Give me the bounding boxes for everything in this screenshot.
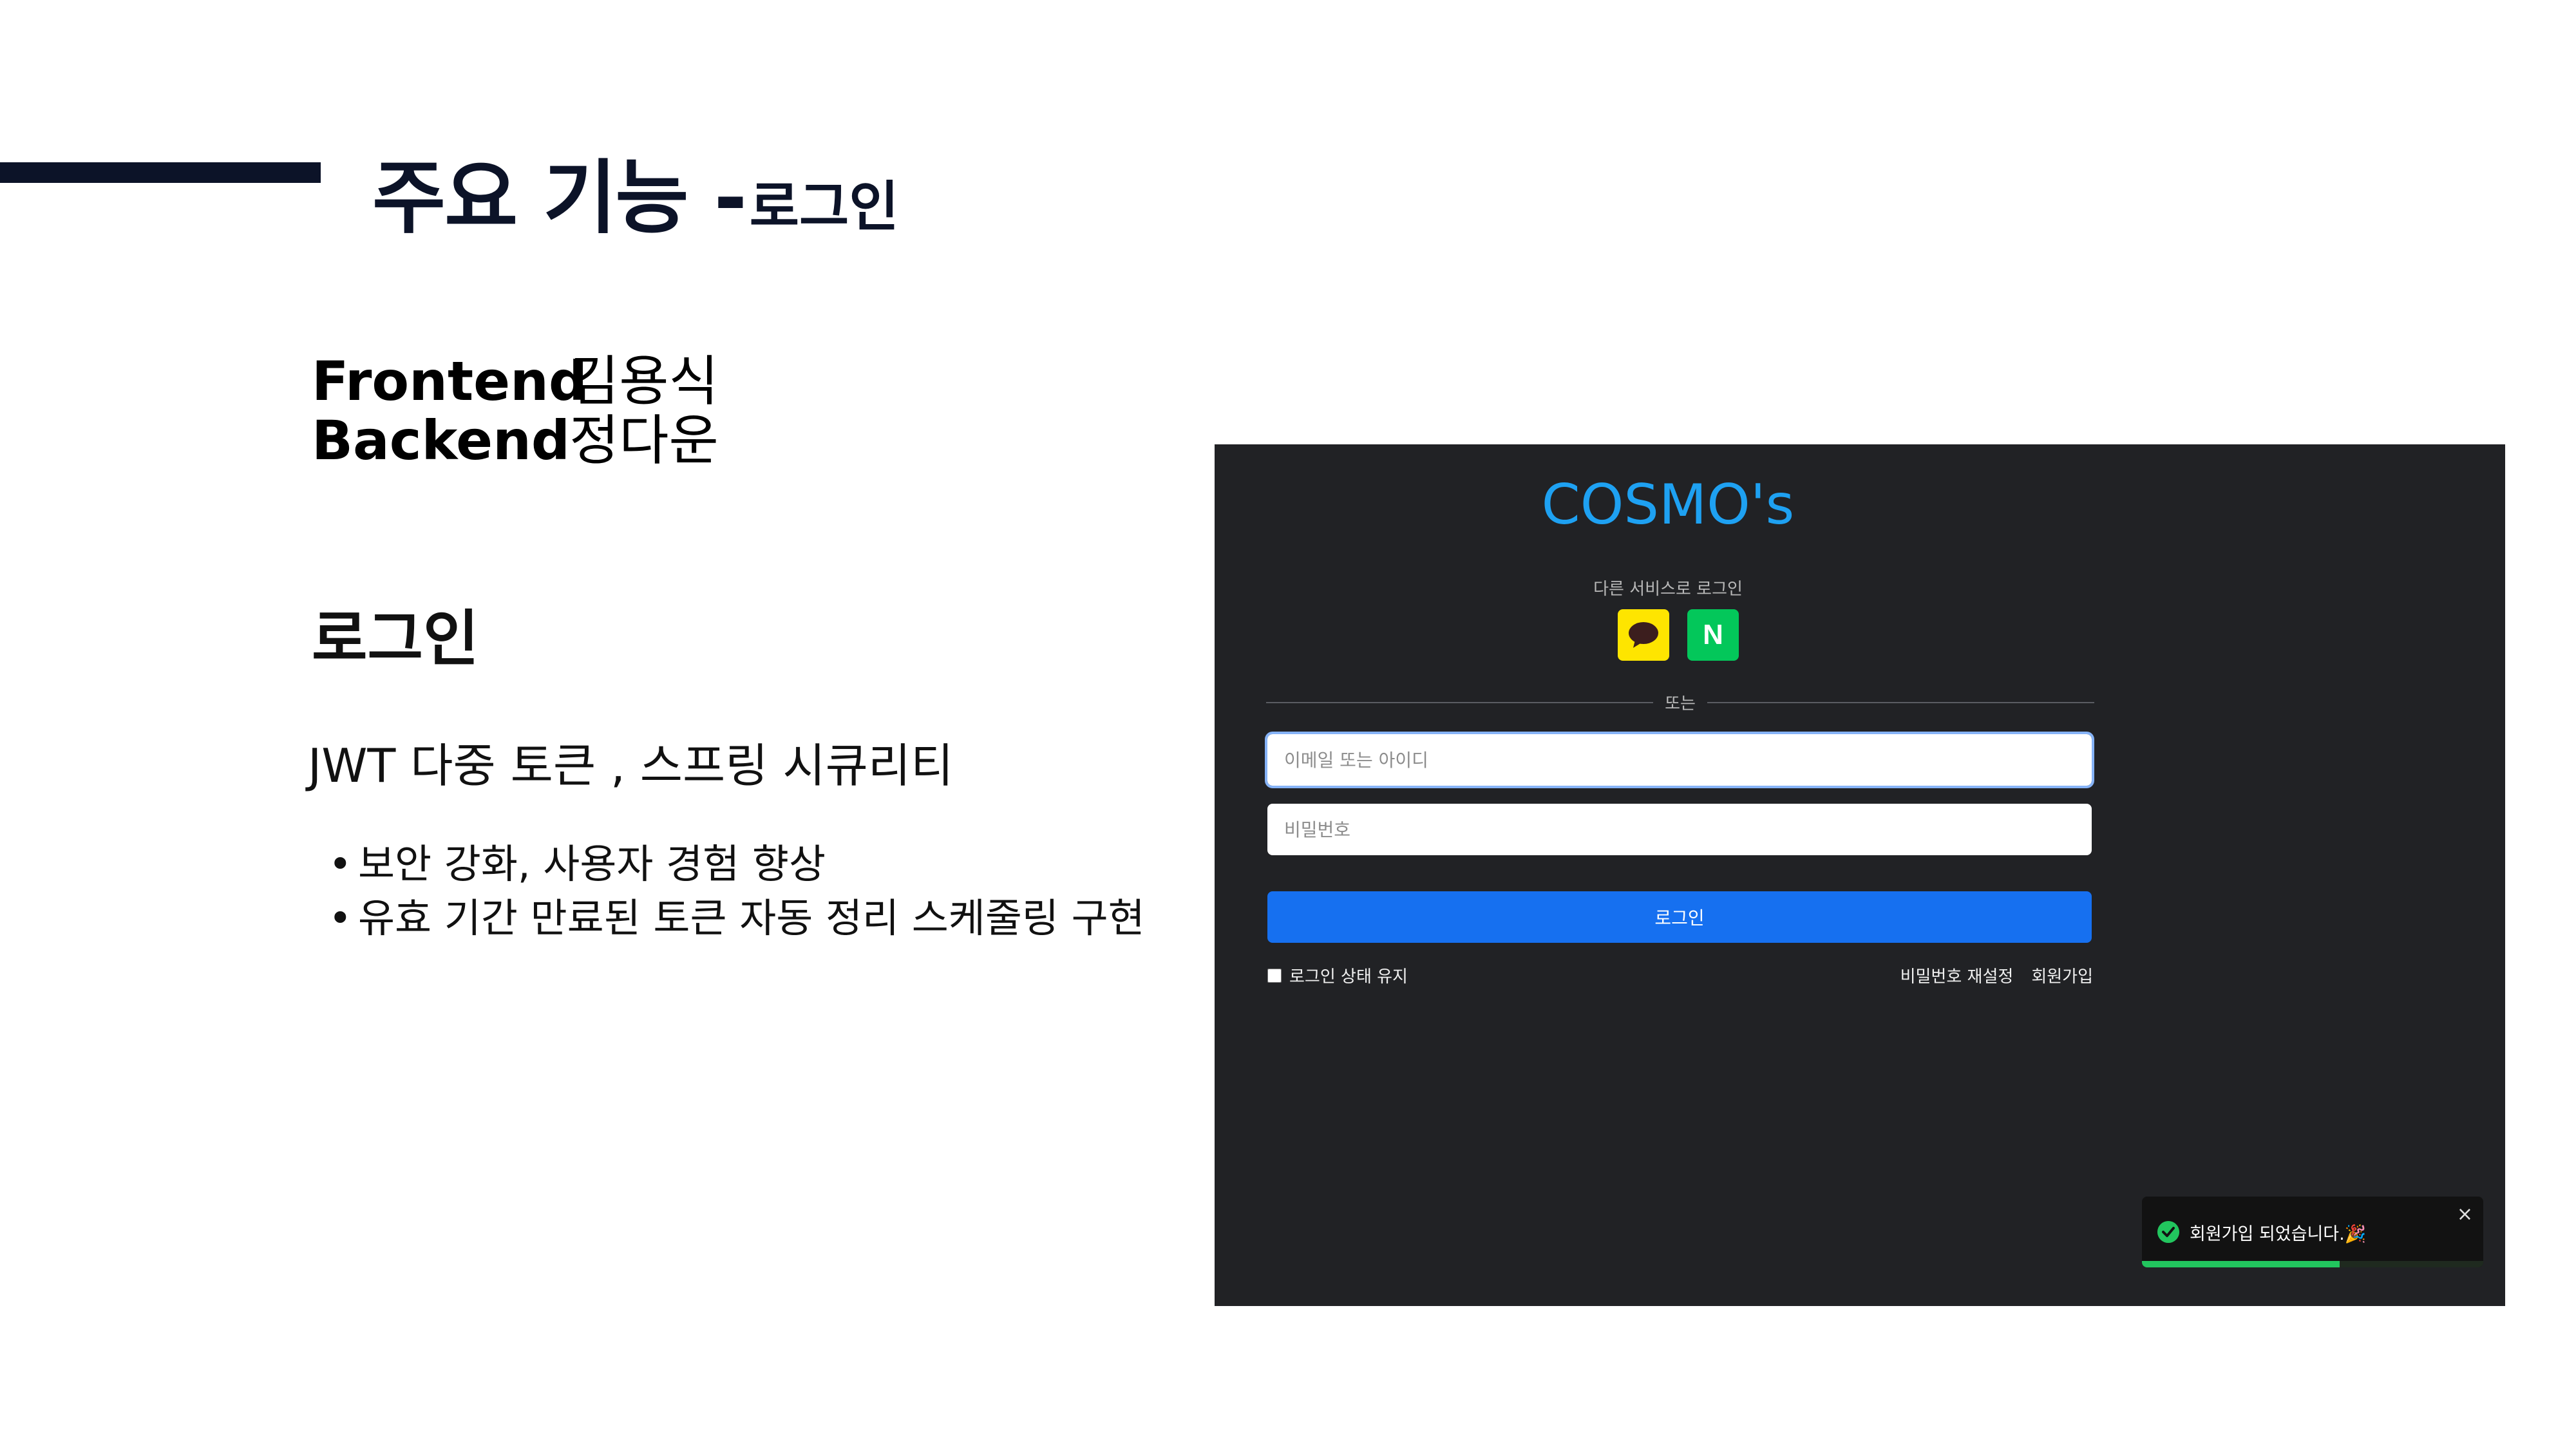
role-name: 김용식	[569, 350, 719, 413]
login-screenshot: COSMO's 다른 서비스로 로그인 N 또는 로그인 로그인 상태 유지 비…	[1215, 444, 2505, 1306]
toast-message: 회원가입 되었습니다.🎉	[2190, 1224, 2367, 1244]
section-title: 로그인	[312, 604, 479, 674]
remember-me-checkbox[interactable]	[1267, 968, 1282, 983]
divider-line	[1266, 701, 1654, 703]
bullet-text: 유효 기간 만료된 토큰 자동 정리 스케줄링 구현	[358, 895, 1145, 942]
bullet-text: 보안 강화, 사용자 경험 향상	[358, 840, 826, 887]
login-button[interactable]: 로그인	[1267, 891, 2092, 943]
brand-logo[interactable]: COSMO's	[1215, 473, 2121, 537]
password-input[interactable]	[1267, 804, 2092, 855]
kakao-login-button[interactable]	[1618, 609, 1669, 661]
role-name: 정다운	[569, 409, 719, 472]
signup-success-toast: 회원가입 되었습니다.🎉 ×	[2142, 1197, 2483, 1267]
remember-me[interactable]: 로그인 상태 유지	[1267, 963, 1408, 987]
email-or-id-input[interactable]	[1265, 732, 2094, 788]
remember-me-label: 로그인 상태 유지	[1289, 967, 1408, 987]
role-row-frontend: Frontend 김용식	[312, 352, 719, 411]
slide-title-sub: 로그인	[749, 175, 899, 238]
close-icon[interactable]: ×	[2457, 1203, 2473, 1226]
naver-login-button[interactable]: N	[1687, 609, 1739, 661]
social-login-label: 다른 서비스로 로그인	[1593, 580, 1743, 599]
or-divider: 또는	[1266, 690, 2094, 714]
divider-text: 또는	[1665, 694, 1696, 714]
kakao-speech-bubble-icon	[1629, 622, 1658, 648]
account-links: 비밀번호 재설정 회원가입	[1900, 963, 2093, 987]
slide-title: 주요 기능 - 로그인	[372, 133, 899, 249]
bullet-dot-icon: •	[328, 895, 352, 942]
team-roles: Frontend 김용식 Backend 정다운	[312, 352, 719, 470]
role-row-backend: Backend 정다운	[312, 411, 719, 470]
signup-link[interactable]: 회원가입	[2031, 963, 2093, 987]
title-accent-bar	[0, 162, 321, 183]
bullet-item: • 유효 기간 만료된 토큰 자동 정리 스케줄링 구현	[328, 891, 1145, 945]
bullet-dot-icon: •	[328, 840, 352, 887]
role-label: Frontend	[312, 350, 587, 413]
feature-bullets: • 보안 강화, 사용자 경험 향상 • 유효 기간 만료된 토큰 자동 정리 스케…	[328, 837, 1145, 945]
bullet-item: • 보안 강화, 사용자 경험 향상	[328, 837, 1145, 891]
toast-progress-bar	[2142, 1261, 2340, 1267]
check-circle-icon	[2157, 1221, 2179, 1243]
social-login-buttons: N	[1618, 609, 1739, 661]
reset-password-link[interactable]: 비밀번호 재설정	[1900, 963, 2014, 987]
feature-summary: JWT 다중 토큰 , 스프링 시큐리티	[308, 739, 954, 793]
slide-title-main: 주요 기능 -	[372, 152, 747, 245]
role-label: Backend	[312, 409, 571, 472]
naver-n-icon: N	[1703, 619, 1723, 650]
divider-line	[1707, 701, 2094, 703]
